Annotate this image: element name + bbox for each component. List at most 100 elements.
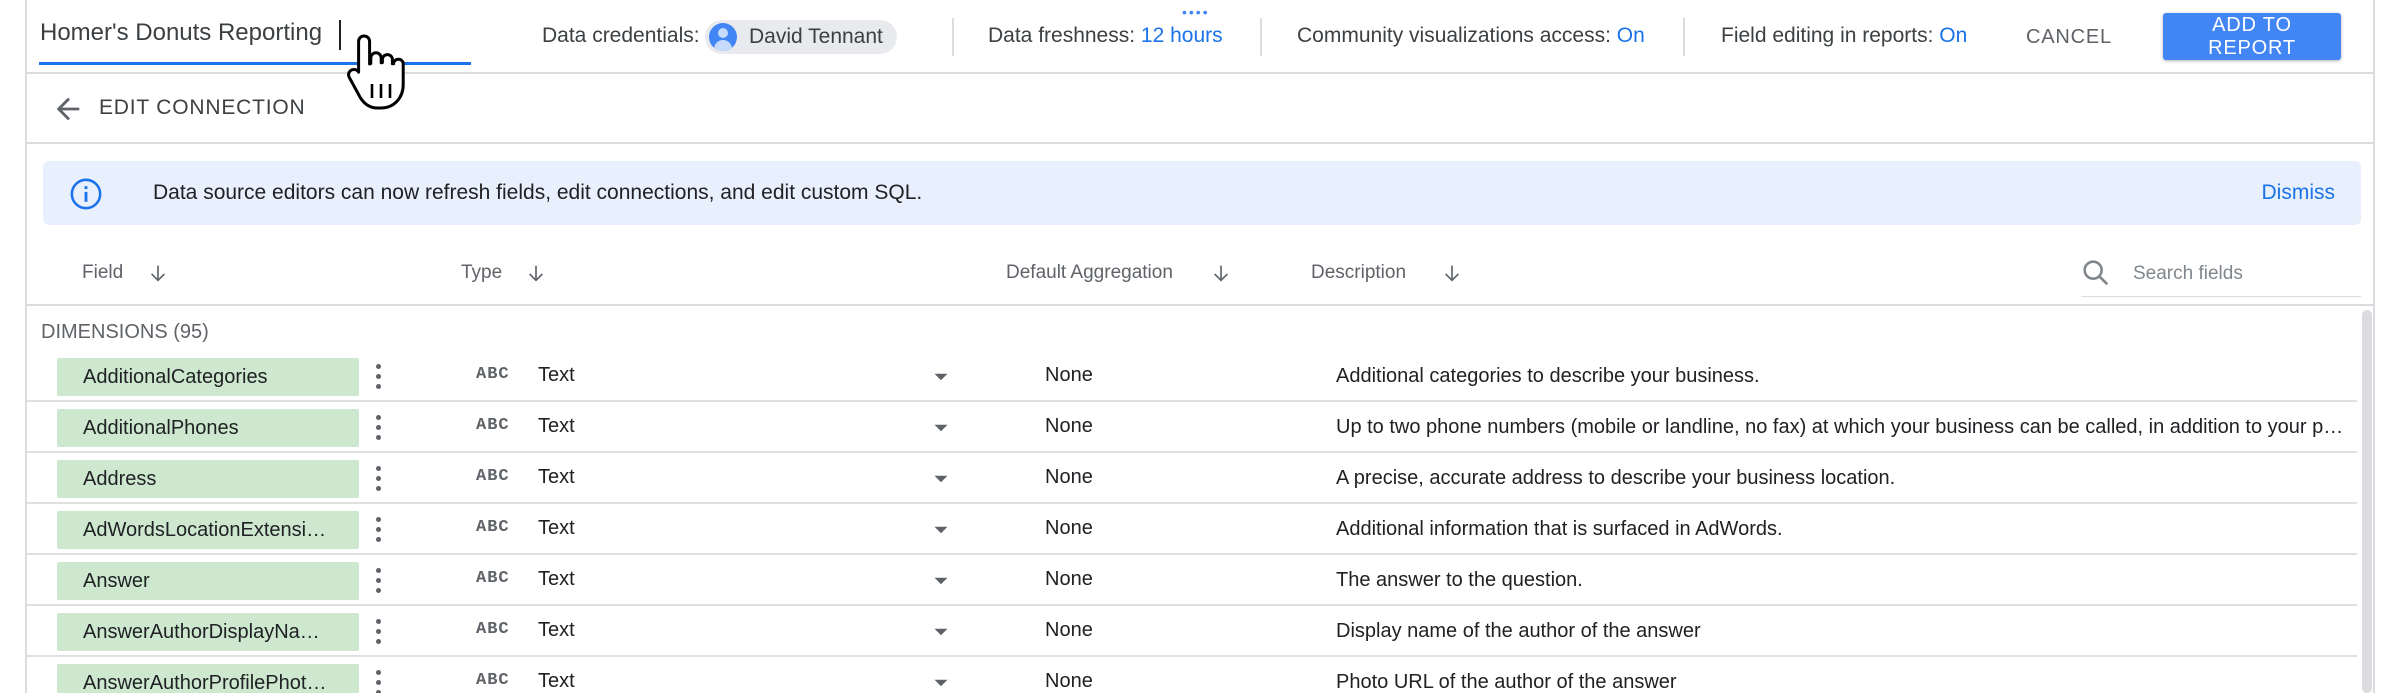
dismiss-link[interactable]: Dismiss [2262,181,2336,205]
field-description[interactable]: The answer to the question. [1336,569,2346,592]
community-viz-label: Community visualizations access: [1297,24,1611,47]
more-vert-icon[interactable] [371,516,385,544]
dropdown-arrow-icon[interactable] [926,517,956,543]
dimension-field-pill[interactable]: AdditionalPhones [57,409,359,447]
sort-arrow-icon[interactable] [1441,260,1463,286]
dimension-field-pill[interactable]: AnswerAuthorProfilePhot… [57,664,359,693]
scrollbar-thumb[interactable] [2362,310,2372,693]
default-aggregation[interactable]: None [1045,619,1093,642]
default-aggregation[interactable]: None [1045,568,1093,591]
field-row: AdditionalCategories ABC Text None Additiona… [27,351,2357,402]
vertical-scrollbar[interactable] [2362,310,2372,693]
more-vert-icon[interactable] [371,669,385,693]
column-default-aggregation[interactable]: Default Aggregation [1006,262,1173,284]
field-type[interactable]: Text [538,619,575,642]
add-to-report-button[interactable]: ADD TO REPORT [2163,13,2341,60]
dropdown-arrow-icon[interactable] [926,670,956,693]
sort-arrow-icon[interactable] [525,260,547,286]
drag-handle-icon[interactable]: •••• [1182,4,1210,20]
default-aggregation[interactable]: None [1045,364,1093,387]
field-editing-setting[interactable]: Field editing in reports: On [1721,24,1967,48]
field-description[interactable]: Photo URL of the author of the answer [1336,671,2346,693]
dropdown-arrow-icon[interactable] [926,466,956,492]
text-type-icon: ABC [476,518,510,537]
column-type[interactable]: Type [461,262,502,284]
field-table-header: Field Type Default Aggregation Descripti… [27,240,2373,306]
field-row: Address ABC Text None A precise, accurate ad… [27,453,2357,504]
default-aggregation[interactable]: None [1045,670,1093,693]
data-source-editor: •••• Data credentials: David Tennant Dat… [25,0,2375,693]
text-type-icon: ABC [476,365,510,384]
field-row: AdWordsLocationExtensi… ABC Text None Additi… [27,504,2357,555]
text-type-icon: ABC [476,620,510,639]
dropdown-arrow-icon[interactable] [926,568,956,594]
dropdown-arrow-icon[interactable] [926,364,956,390]
field-type[interactable]: Text [538,466,575,489]
edit-connection-label[interactable]: EDIT CONNECTION [99,96,305,120]
community-viz-setting[interactable]: Community visualizations access: On [1297,24,1645,48]
field-type[interactable]: Text [538,364,575,387]
sort-arrow-icon[interactable] [1210,260,1232,286]
default-aggregation[interactable]: None [1045,517,1093,540]
info-icon [70,178,102,210]
sort-arrow-icon[interactable] [147,260,169,286]
more-vert-icon[interactable] [371,414,385,442]
arrow-back-icon[interactable] [51,92,85,126]
banner-message: Data source editors can now refresh fiel… [153,181,923,204]
text-type-icon: ABC [476,416,510,435]
column-description[interactable]: Description [1311,262,1406,284]
credentials-chip[interactable]: David Tennant [705,20,897,54]
default-aggregation[interactable]: None [1045,466,1093,489]
text-type-icon: ABC [476,467,510,486]
dropdown-arrow-icon[interactable] [926,415,956,441]
field-editing-value[interactable]: On [1939,24,1967,47]
field-type[interactable]: Text [538,415,575,438]
field-type[interactable]: Text [538,670,575,693]
freshness-value[interactable]: 12 hours [1141,24,1223,47]
text-type-icon: ABC [476,671,510,690]
column-field[interactable]: Field [82,262,123,284]
top-bar: •••• Data credentials: David Tennant Dat… [27,0,2373,74]
more-vert-icon[interactable] [371,567,385,595]
search-icon [2083,260,2109,286]
field-description[interactable]: Display name of the author of the answer [1336,620,2346,643]
dimension-field-pill[interactable]: Answer [57,562,359,600]
field-description[interactable]: Additional information that is surfaced … [1336,518,2346,541]
freshness-label: Data freshness: [988,24,1136,47]
datasource-name-input[interactable] [40,18,470,48]
field-editing-label: Field editing in reports: [1721,24,1934,47]
field-description[interactable]: Additional categories to describe your b… [1336,365,2346,388]
name-input-underline [39,62,471,65]
dimensions-section-label: DIMENSIONS (95) [41,321,209,343]
dimension-field-pill[interactable]: Address [57,460,359,498]
freshness-setting[interactable]: Data freshness: 12 hours [988,24,1223,48]
avatar-icon [709,23,737,51]
field-row: AnswerAuthorProfilePhot… ABC Text None Photo… [27,657,2357,693]
default-aggregation[interactable]: None [1045,415,1093,438]
more-vert-icon[interactable] [371,465,385,493]
community-viz-value[interactable]: On [1617,24,1645,47]
dimension-field-pill[interactable]: AnswerAuthorDisplayNa… [57,613,359,651]
field-description[interactable]: A precise, accurate address to describe … [1336,467,2346,490]
text-type-icon: ABC [476,569,510,588]
dimension-field-pill[interactable]: AdditionalCategories [57,358,359,396]
field-row: AdditionalPhones ABC Text None Up to two pho… [27,402,2357,453]
dropdown-arrow-icon[interactable] [926,619,956,645]
field-description[interactable]: Up to two phone numbers (mobile or landl… [1336,416,2346,439]
cancel-button[interactable]: CANCEL [2017,18,2121,56]
field-type[interactable]: Text [538,517,575,540]
field-type[interactable]: Text [538,568,575,591]
more-vert-icon[interactable] [371,363,385,391]
field-row: Answer ABC Text None The answer to the quest… [27,555,2357,606]
field-row: AnswerAuthorDisplayNa… ABC Text None Display… [27,606,2357,657]
info-banner: Data source editors can now refresh fiel… [43,161,2361,225]
fields-list: DIMENSIONS (95) AdditionalCategories ABC T… [27,306,2357,693]
credentials-label: Data credentials: [542,24,700,47]
divider [952,18,954,56]
divider [1260,18,1262,56]
more-vert-icon[interactable] [371,618,385,646]
divider [1683,18,1685,56]
dimension-field-pill[interactable]: AdWordsLocationExtensi… [57,511,359,549]
search-fields-input[interactable] [2131,258,2359,290]
edit-connection-bar: EDIT CONNECTION [27,74,2373,144]
